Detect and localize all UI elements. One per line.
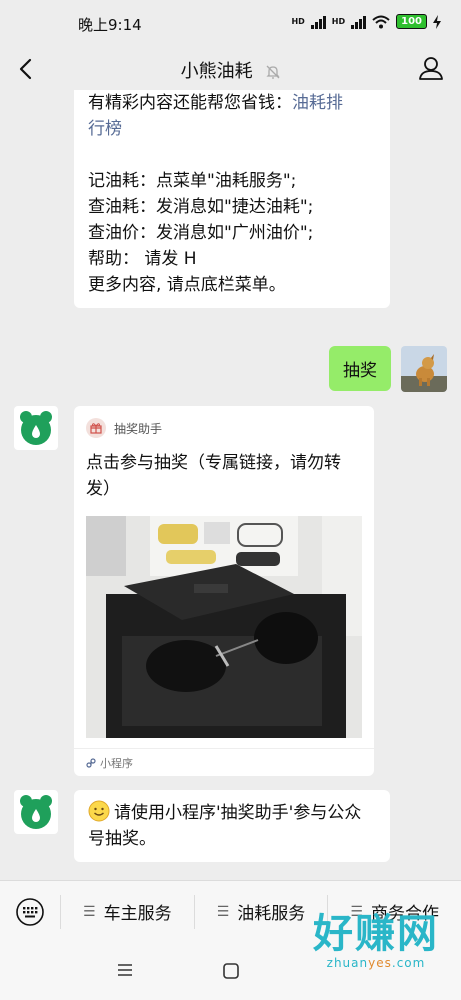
- watermark-url-part: .com: [391, 956, 426, 970]
- dog-photo-avatar: [401, 346, 447, 392]
- mini-program-icon: [86, 758, 96, 768]
- card-source: 抽奖助手: [86, 418, 162, 438]
- bear-logo-icon: [20, 795, 52, 829]
- gift-icon: [86, 418, 106, 438]
- menu-item-owner-services[interactable]: ☰ 车主服务: [60, 894, 194, 929]
- charging-icon: [433, 14, 441, 29]
- intro-text: 有精彩内容还能帮您省钱：: [88, 93, 292, 113]
- home-icon[interactable]: [222, 962, 240, 980]
- official-account-avatar[interactable]: [14, 406, 58, 450]
- battery-icon: 100: [396, 14, 427, 29]
- intro-line-1: 有精彩内容还能帮您省钱：油耗排: [88, 90, 378, 116]
- wifi-icon: [372, 15, 390, 28]
- card-source-name: 抽奖助手: [114, 421, 163, 436]
- card-footer: 小程序: [74, 748, 374, 777]
- user-message-bubble: 抽奖: [329, 346, 391, 391]
- intro-line: 查油价：发消息如"广州油价";: [88, 223, 314, 243]
- watermark-url-part: zhuan: [326, 956, 369, 970]
- signal-icon-1: [310, 15, 326, 29]
- profile-icon[interactable]: [417, 54, 445, 82]
- recent-apps-icon[interactable]: [116, 962, 134, 978]
- watermark-logo: 好赚网 zhuanyes.com: [313, 910, 439, 971]
- menu-item-label: 车主服务: [103, 904, 172, 924]
- ranking-link[interactable]: 油耗排: [292, 93, 343, 113]
- watermark-url-part: yes: [368, 956, 392, 970]
- watermark-title: 好赚网: [313, 910, 439, 957]
- hd-label-2: HD: [331, 16, 346, 26]
- menu-item-label: 油耗服务: [237, 904, 306, 924]
- intro-line: 查油耗：发消息如"捷达油耗";: [88, 197, 314, 217]
- keyboard-toggle[interactable]: [0, 897, 60, 927]
- hd-label-1: HD: [291, 16, 305, 26]
- reply-text: 请使用小程序'抽奖助手'参与公众号抽奖。: [88, 803, 362, 849]
- intro-message-bubble: 有精彩内容还能帮您省钱：油耗排 行榜 记油耗：点菜单"油耗服务"; 查油耗：发消…: [74, 90, 390, 308]
- intro-line: 帮助： 请发 H: [88, 249, 197, 269]
- status-bar: 晚上9:14 HD HD 100: [0, 0, 461, 48]
- signal-icon-2: [351, 15, 367, 29]
- watermark-url: zhuanyes.com: [313, 956, 439, 970]
- intro-line: 更多内容, 请点底栏菜单。: [88, 275, 286, 295]
- mute-bell-icon: [266, 65, 280, 79]
- menu-item-fuel-services[interactable]: ☰ 油耗服务: [193, 894, 328, 929]
- status-icons: HD HD 100: [291, 14, 441, 29]
- official-account-avatar[interactable]: [14, 790, 58, 834]
- bear-logo-icon: [20, 411, 52, 445]
- reply-message-bubble: 请使用小程序'抽奖助手'参与公众号抽奖。: [74, 790, 390, 862]
- keyboard-icon: [16, 897, 44, 926]
- user-avatar[interactable]: [401, 346, 447, 392]
- menu-list-icon: ☰: [216, 903, 230, 920]
- chat-header: 小熊油耗: [0, 48, 461, 90]
- card-title: 点击参与抽奖（专属链接，请勿转发）: [86, 453, 341, 499]
- smile-emoji-icon: [88, 800, 110, 822]
- page-title: 小熊油耗: [180, 61, 253, 82]
- chat-title: 小熊油耗: [0, 57, 461, 83]
- sunglasses-product-image: [86, 516, 362, 738]
- chat-area[interactable]: 有精彩内容还能帮您省钱：油耗排 行榜 记油耗：点菜单"油耗服务"; 查油耗：发消…: [0, 90, 461, 880]
- status-time: 晚上9:14: [78, 16, 142, 34]
- menu-list-icon: ☰: [83, 903, 96, 920]
- ranking-link-continued[interactable]: 行榜: [88, 116, 378, 142]
- mini-program-card[interactable]: 抽奖助手 点击参与抽奖（专属链接，请勿转发） 小程序: [74, 406, 374, 776]
- intro-line: 记油耗：点菜单"油耗服务";: [88, 171, 297, 191]
- card-footer-label: 小程序: [100, 757, 133, 770]
